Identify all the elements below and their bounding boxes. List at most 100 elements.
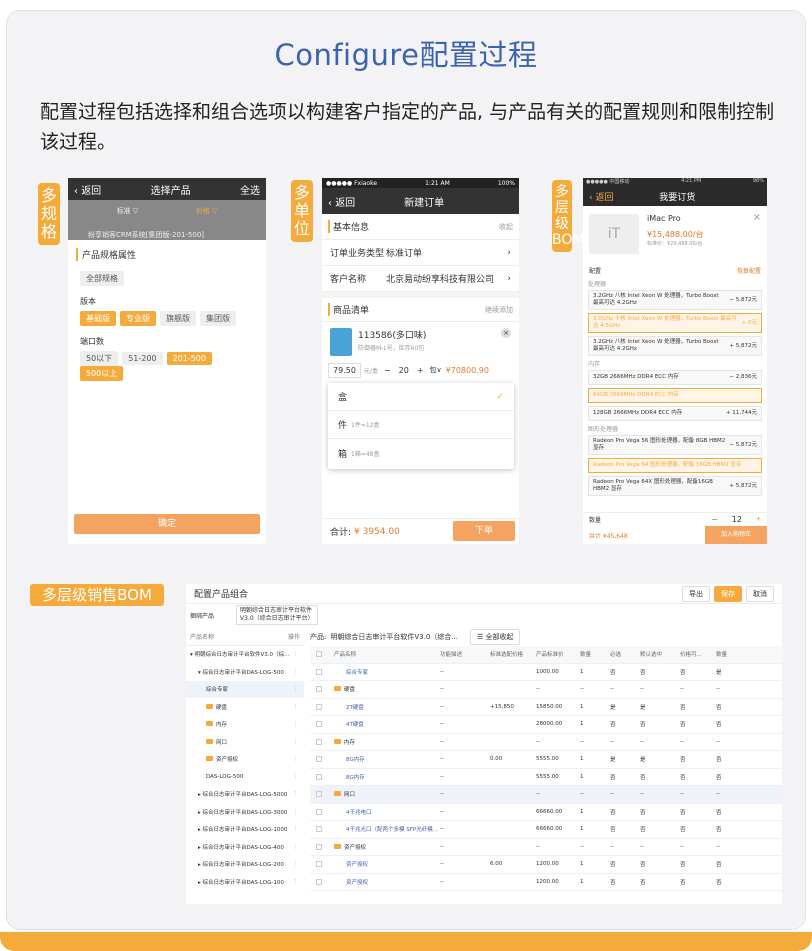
qty-minus-button[interactable]: − [384, 366, 391, 375]
save-button[interactable]: 保存 [714, 585, 742, 602]
reset-config-link[interactable]: 恢复配置 [737, 266, 761, 278]
tree-item[interactable]: ▸ 综合日志审计平台DAS-LOG-400 ⋮ [186, 838, 304, 856]
add-more-link[interactable]: 继续添加 [485, 305, 513, 315]
unit-option-piece[interactable]: 件 1件=12盒 [328, 411, 514, 439]
back-button[interactable]: ‹ 返回 [589, 190, 613, 203]
ports-under-50[interactable]: 50以下 [80, 351, 119, 366]
more-icon[interactable]: ⋮ [293, 739, 299, 745]
version-basic[interactable]: 基础版 [80, 311, 116, 326]
table-row[interactable]: 内存 -- -- -- -- -- -- -- [310, 734, 782, 751]
filter-standard[interactable]: 标准 ▽ [117, 206, 139, 216]
tree-item[interactable]: 综合专家 ⋮ [186, 680, 304, 698]
tree-item[interactable]: ▸ 综合日志审计平台DAS-LOG-3000 ⋮ [186, 803, 304, 821]
tree-item[interactable]: ▸ 综合日志审计平台DAS-LOG-200 ⋮ [186, 856, 304, 874]
close-icon[interactable]: × [753, 212, 761, 223]
tree-item[interactable]: ▸ 综合日志审计平台DAS-LOG-1000 ⋮ [186, 821, 304, 839]
order-type-row[interactable]: 订单业务类型 标准订单 › [322, 240, 519, 266]
row-checkbox[interactable] [316, 721, 322, 728]
row-checkbox[interactable] [316, 738, 322, 745]
all-spec-chip[interactable]: 全部规格 [80, 271, 124, 286]
config-option[interactable]: 64GB 2666MHz DDR4 ECC 内存 [588, 388, 762, 403]
more-icon[interactable]: ⋮ [293, 826, 299, 832]
more-icon[interactable]: ⋮ [293, 791, 299, 797]
table-row[interactable]: 资产授权 -- 1200.00 1 否否否否 [310, 874, 782, 891]
qty-plus-button[interactable]: + [756, 516, 761, 523]
more-icon[interactable]: ⋮ [293, 651, 299, 657]
ports-51-200[interactable]: 51-200 [122, 352, 163, 365]
table-row[interactable]: 资产授权 -- -- -- -- -- -- -- [310, 839, 782, 856]
config-option[interactable]: 3.2GHz 八核 Intel Xeon W 处理器，Turbo Boost 最… [588, 290, 762, 310]
collapse-all-button[interactable]: ☰ 全部收起 [469, 629, 521, 645]
collapse-link[interactable]: 收起 [499, 222, 513, 232]
more-icon[interactable]: ⋮ [293, 809, 299, 815]
config-option[interactable]: 32GB 2666MHz DDR4 ECC 内存 − 2,836元 [588, 370, 762, 385]
table-row[interactable]: 4T硬盘 -- 28000.00 1 否否否否 [310, 716, 782, 734]
row-checkbox[interactable] [316, 843, 322, 850]
more-icon[interactable]: ⋮ [293, 774, 299, 780]
qty-value[interactable]: 12 [732, 515, 742, 524]
table-row[interactable]: 4千兆电口 -- 66660.00 1 否否否否 [310, 804, 782, 821]
ports-201-500[interactable]: 201-500 [166, 352, 212, 365]
qty-minus-button[interactable]: — [712, 516, 718, 523]
bundle-field[interactable]: 明朝综合日志审计平台软件V3.0（综合日志审计平台） [236, 605, 318, 625]
add-to-cart-button[interactable]: 加入购物车 [705, 526, 767, 544]
remove-icon[interactable]: × [501, 328, 511, 338]
back-button[interactable]: ‹ 返回 [328, 194, 355, 209]
config-option[interactable]: 3.0GHz 十核 Intel Xeon W 处理器，Turbo Boost 最… [588, 313, 762, 333]
qty-value[interactable]: 20 [399, 366, 409, 375]
tree-item[interactable]: 资产授权 ⋮ [186, 751, 304, 769]
export-button[interactable]: 导出 [682, 585, 710, 602]
version-group[interactable]: 集团版 [200, 311, 236, 326]
more-icon[interactable]: ⋮ [293, 879, 299, 885]
row-checkbox[interactable] [316, 826, 322, 833]
row-checkbox[interactable] [316, 808, 322, 815]
more-icon[interactable]: ⋮ [293, 721, 299, 727]
ports-over-500[interactable]: 500以上 [80, 366, 124, 381]
back-button[interactable]: ‹ 返回 [74, 182, 101, 197]
more-icon[interactable]: ⋮ [293, 669, 299, 675]
tree-item[interactable]: 硬盘 ⋮ [186, 698, 304, 716]
row-checkbox[interactable] [316, 791, 322, 798]
row-checkbox[interactable] [316, 878, 322, 885]
more-icon[interactable]: ⋮ [293, 704, 299, 710]
table-row[interactable]: 8G内存 -- 0.00 5555.00 1 是是否否 [310, 751, 782, 769]
unit-option-box[interactable]: 盒 ✓ [328, 383, 514, 411]
row-checkbox[interactable] [316, 703, 322, 710]
tree-item[interactable]: 网口 ⋮ [186, 733, 304, 751]
tree-item[interactable]: ▾ 明朝综合日志审计平台软件V3.0（综... ⋮ [186, 646, 304, 664]
tree-item[interactable]: ▸ 综合日志审计平台DAS-LOG-5000 ⋮ [186, 786, 304, 804]
config-option[interactable]: 3.2GHz 八核 Intel Xeon W 处理器，Turbo Boost 最… [588, 336, 762, 356]
row-checkbox[interactable] [316, 686, 322, 693]
more-icon[interactable]: ⋮ [293, 861, 299, 867]
table-row[interactable]: 硬盘 -- -- -- -- -- -- -- [310, 681, 782, 699]
tree-item[interactable]: DAS-LOG-500 ⋮ [186, 768, 304, 786]
table-row[interactable]: 8G内存 -- 5555.00 1 否否否否 [310, 769, 782, 786]
unit-option-case[interactable]: 箱 1箱=48盒 [328, 439, 514, 467]
row-checkbox[interactable] [316, 773, 322, 780]
table-row[interactable]: 综合专家 -- 1000.00 1 否否否是 [310, 664, 782, 681]
version-flagship[interactable]: 旗舰版 [160, 311, 196, 326]
tree-item[interactable]: 内存 ⋮ [186, 716, 304, 734]
tree-item[interactable]: ▸ 综合日志审计平台DAS-LOG-100 ⋮ [186, 873, 304, 891]
table-row[interactable]: 2T硬盘 -- +15,850 15850.00 1 是是否否 [310, 699, 782, 716]
confirm-button[interactable]: 确定 [74, 514, 260, 534]
qty-plus-button[interactable]: + [417, 366, 424, 375]
select-all-button[interactable]: 全选 [240, 182, 260, 197]
version-pro[interactable]: 专业版 [120, 311, 156, 326]
tree-item[interactable]: ▾ 综合日志审计平台DAS-LOG-500 ⋮ [186, 663, 304, 681]
table-row[interactable]: 4千兆光口（配两个多模 SFP光纤模... -- 66660.00 1 否否否否 [310, 821, 782, 839]
row-checkbox[interactable] [316, 756, 322, 763]
more-icon[interactable]: ⋮ [293, 844, 299, 850]
table-row[interactable]: 资产授权 -- 6.00 1200.00 1 否否否否 [310, 856, 782, 874]
customer-row[interactable]: 客户名称 北京易动纷享科技有限公司 › [322, 266, 519, 292]
row-checkbox[interactable] [316, 668, 322, 675]
submit-order-button[interactable]: 下单 [453, 521, 515, 541]
table-row[interactable]: 网口 -- -- -- -- -- -- -- [310, 786, 782, 804]
row-checkbox[interactable] [316, 861, 322, 868]
config-option[interactable]: Radeon Pro Vega 56 图形处理器，配备 8GB HBM2 显存 −… [588, 435, 762, 455]
filter-price[interactable]: 价格 ▽ [196, 206, 218, 216]
unit-select[interactable]: 包∨ [430, 365, 442, 375]
config-option[interactable]: Radeon Pro Vega 64 图形处理器，配备 16GB HBM2 显存 [588, 458, 762, 473]
config-option[interactable]: 128GB 2666MHz DDR4 ECC 内存 + 11,744元 [588, 406, 762, 421]
more-icon[interactable]: ⋮ [293, 756, 299, 762]
